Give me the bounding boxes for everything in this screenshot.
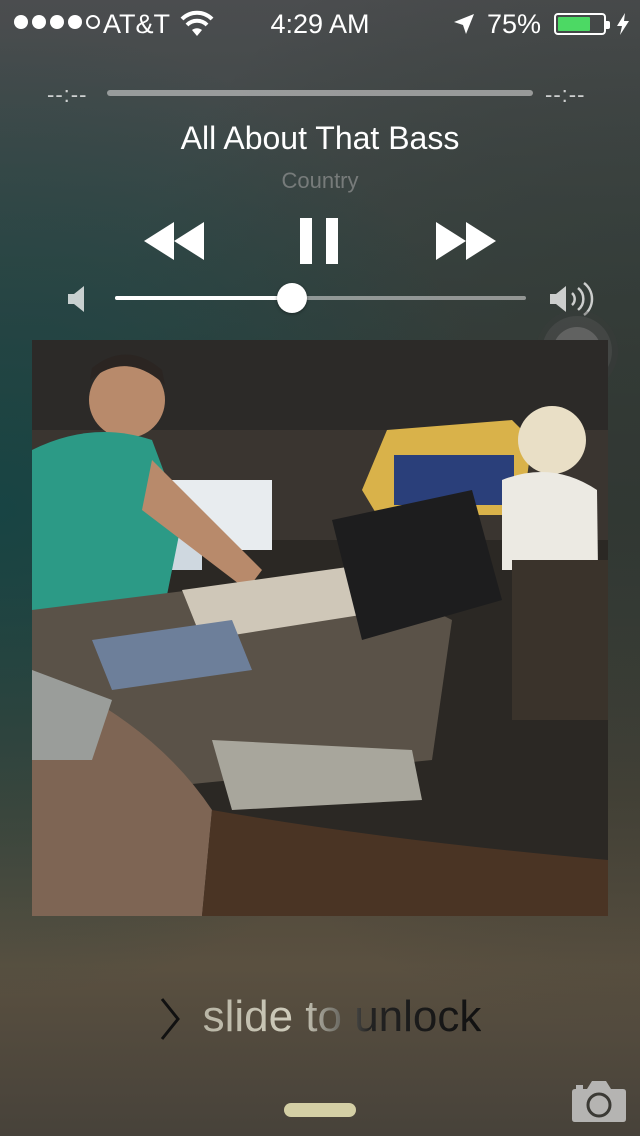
remaining-time: --:--	[545, 82, 586, 107]
battery-fill	[558, 17, 590, 31]
volume-knob[interactable]	[276, 283, 307, 313]
battery-icon	[554, 13, 610, 35]
volume-slider[interactable]	[115, 283, 526, 313]
status-bar: AT&T 4:29 AM 75%	[0, 0, 640, 48]
battery-percent: 75%	[487, 9, 542, 39]
rewind-button[interactable]	[144, 222, 204, 260]
artist-name: Country	[281, 168, 359, 193]
elapsed-time: --:--	[47, 82, 88, 107]
fast-forward-icon	[436, 222, 496, 260]
rewind-icon	[144, 222, 204, 260]
control-center-grabber[interactable]	[284, 1103, 356, 1117]
album-artwork	[32, 340, 608, 916]
status-time: 4:29 AM	[270, 9, 370, 39]
slide-to-unlock[interactable]: slide to unlock	[0, 992, 640, 1042]
charging-bolt-icon	[617, 13, 629, 35]
slide-to-unlock-label: slide to unlock	[202, 992, 482, 1041]
volume-fill	[115, 296, 292, 300]
speaker-high-icon	[550, 282, 594, 316]
pause-button[interactable]	[300, 218, 340, 264]
progress-scrubber[interactable]	[107, 90, 533, 96]
fast-forward-button[interactable]	[436, 222, 496, 260]
location-arrow-icon	[454, 14, 474, 34]
pause-icon	[300, 218, 338, 264]
song-title: All About That Bass	[180, 120, 460, 156]
battery-nub	[606, 21, 610, 29]
camera-icon[interactable]	[571, 1079, 627, 1123]
speaker-low-icon	[68, 286, 84, 312]
chevron-right-icon	[160, 998, 180, 1041]
